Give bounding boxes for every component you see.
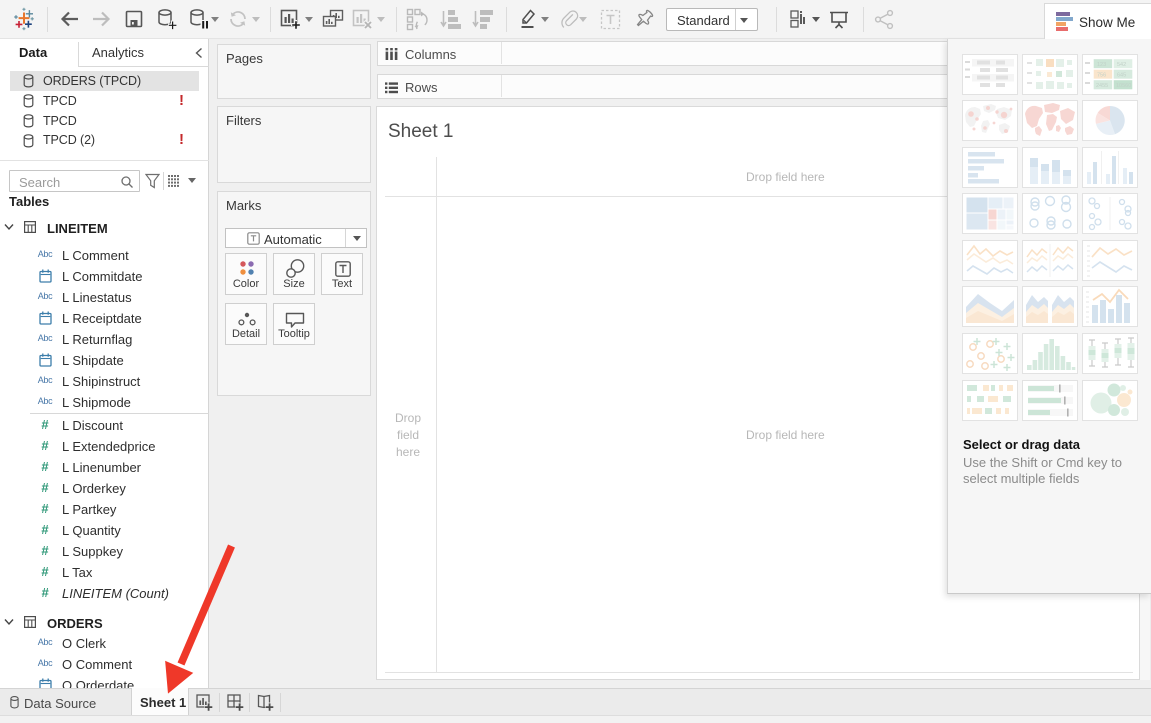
- svg-text:645: 645: [1117, 73, 1126, 79]
- svg-text:542: 542: [1117, 62, 1126, 68]
- svg-text:2455: 2455: [1096, 83, 1108, 89]
- svg-text:10560: 10560: [1116, 83, 1131, 89]
- svg-text:756: 756: [1097, 73, 1106, 79]
- svg-text:123: 123: [1097, 62, 1106, 68]
